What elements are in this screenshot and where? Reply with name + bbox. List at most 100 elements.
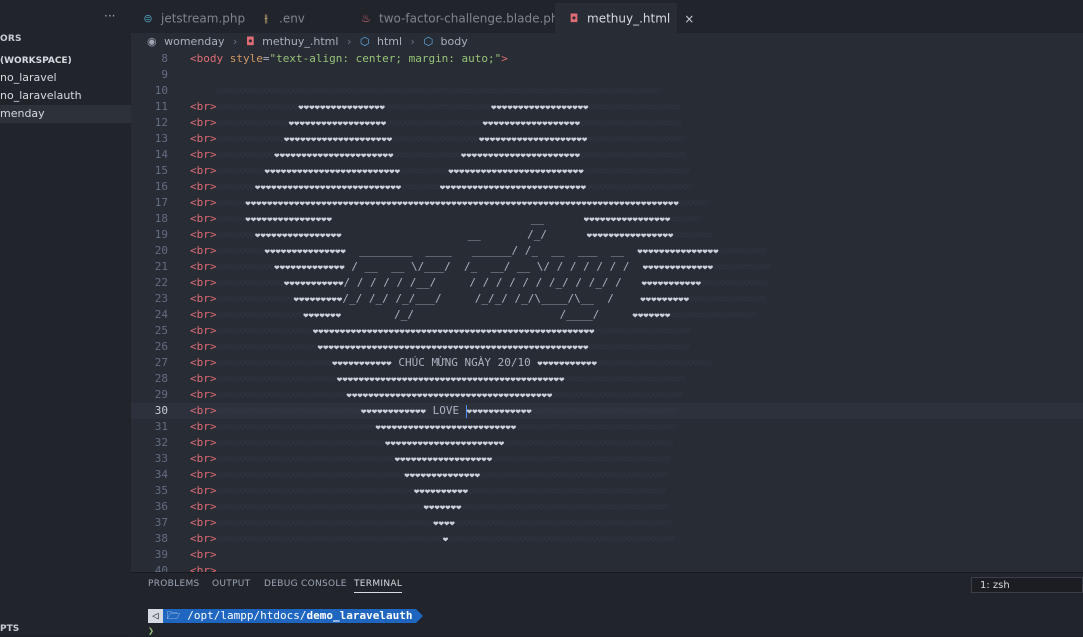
tab-terminal[interactable]: TERMINAL bbox=[354, 579, 403, 593]
code-line[interactable]: 39 <br> bbox=[131, 547, 1083, 563]
html5-icon: ◘ bbox=[569, 11, 579, 25]
breadcrumb-item[interactable]: womenday bbox=[164, 35, 224, 48]
heart-outline-run: ♡♡♡♡♡♡♡♡♡♡♡♡♡♡♡♡♡♡♡♡♡♡♡♡♡♡♡♡♡♡♡♡♡♡♡♡♡♡♡♡… bbox=[216, 535, 443, 544]
code-line[interactable]: 25 <br>♡♡♡♡♡♡♡♡♡♡♡♡♡♡♡♡♡♡♡♡❤❤❤❤❤❤❤❤❤❤❤❤❤❤… bbox=[131, 323, 1083, 339]
breadcrumb-item[interactable]: methuy_.html bbox=[262, 35, 338, 48]
line-content: <br>♡♡♡♡♡♡❤❤❤❤❤❤❤❤❤❤❤❤❤❤❤❤ __ ❤❤❤❤❤❤❤❤❤❤… bbox=[190, 211, 699, 228]
code-line[interactable]: 19 <br>♡♡♡♡♡♡♡♡❤❤❤❤❤❤❤❤❤❤❤❤❤❤❤❤ __ /_/ ❤❤… bbox=[131, 227, 1083, 243]
code-line[interactable]: 18 <br>♡♡♡♡♡♡❤❤❤❤❤❤❤❤❤❤❤❤❤❤❤❤ __ ❤❤❤❤❤❤❤❤… bbox=[131, 211, 1083, 227]
close-icon[interactable]: × bbox=[684, 4, 694, 34]
code-line[interactable]: 13 <br>♡♡♡♡♡♡♡♡♡♡♡♡♡♡❤❤❤❤❤❤❤❤❤❤❤❤❤❤❤❤❤❤❤❤… bbox=[131, 131, 1083, 147]
code-line[interactable]: 23 <br>♡♡♡♡♡♡♡♡♡♡♡♡♡♡♡♡❤❤❤❤❤❤❤❤❤/_/ /_/ /… bbox=[131, 291, 1083, 307]
code-line[interactable]: 37 <br>♡♡♡♡♡♡♡♡♡♡♡♡♡♡♡♡♡♡♡♡♡♡♡♡♡♡♡♡♡♡♡♡♡♡… bbox=[131, 515, 1083, 531]
line-number: 12 bbox=[154, 116, 168, 129]
line-content: <br> bbox=[190, 563, 217, 572]
code-line[interactable]: 32 <br>♡♡♡♡♡♡♡♡♡♡♡♡♡♡♡♡♡♡♡♡♡♡♡♡♡♡♡♡♡♡♡♡♡♡… bbox=[131, 435, 1083, 451]
line-number: 25 bbox=[154, 324, 168, 337]
ascii-art-line: /_/ /____/ bbox=[341, 308, 633, 321]
code-line[interactable]: 17 <br>♡♡♡♡♡♡❤❤❤❤❤❤❤❤❤❤❤❤❤❤❤❤❤❤❤❤❤❤❤❤❤❤❤❤… bbox=[131, 195, 1083, 211]
code-line[interactable]: 21 <br>♡♡♡♡♡♡♡♡♡♡♡♡❤❤❤❤❤❤❤❤❤❤❤❤❤ / __ __ … bbox=[131, 259, 1083, 275]
code-line[interactable]: 40 <br> bbox=[131, 563, 1083, 572]
code-line[interactable]: 9 bbox=[131, 67, 1083, 83]
heart-outline-run: ♡♡♡♡♡♡♡♡♡♡♡♡♡♡♡♡♡♡♡♡♡♡♡♡♡♡♡ bbox=[216, 391, 347, 400]
code-line[interactable]: 30 <br>♡♡♡♡♡♡♡♡♡♡♡♡♡♡♡♡♡♡♡♡♡♡♡♡♡♡♡♡♡♡❤❤❤❤… bbox=[131, 403, 1083, 419]
line-content: <br>♡♡♡♡♡♡♡♡♡♡♡♡♡♡♡♡♡♡♡♡❤❤❤❤❤❤❤❤❤❤❤❤❤❤❤❤… bbox=[190, 323, 691, 340]
heart-filled-run: ❤❤❤❤❤❤❤❤❤❤❤ bbox=[537, 359, 598, 369]
tab-methuy[interactable]: ◘ methuy_.html × bbox=[555, 3, 694, 33]
ascii-art-line: ________ ____ ______/ /_ __ ___ __ bbox=[345, 244, 638, 257]
element-icon: ⬡ bbox=[423, 35, 434, 48]
line-content: <br>♡♡♡♡♡♡♡♡♡♡♡♡❤❤❤❤❤❤❤❤❤❤❤❤❤❤❤❤❤❤❤❤❤❤♡♡… bbox=[190, 147, 686, 164]
html-tag: > bbox=[209, 148, 217, 161]
prompt-symbol[interactable]: ❯ bbox=[148, 626, 154, 637]
html-tag: > bbox=[209, 116, 217, 129]
code-line[interactable]: 36 <br>♡♡♡♡♡♡♡♡♡♡♡♡♡♡♡♡♡♡♡♡♡♡♡♡♡♡♡♡♡♡♡♡♡♡… bbox=[131, 499, 1083, 515]
settings-file-icon: ⫲ bbox=[264, 11, 268, 25]
line-content: <br>♡♡♡♡♡♡♡♡♡♡♡♡♡♡♡♡♡♡♡♡♡♡♡♡❤❤❤❤❤❤❤❤❤❤❤ … bbox=[190, 355, 713, 372]
code-editor[interactable]: 8 <body style="text-align: center; margin… bbox=[131, 51, 1083, 572]
sidebar-item-folder-active[interactable]: menday bbox=[0, 105, 131, 123]
sidebar-item-folder[interactable]: no_laravelauth bbox=[0, 87, 131, 105]
code-line[interactable]: 33 <br>♡♡♡♡♡♡♡♡♡♡♡♡♡♡♡♡♡♡♡♡♡♡♡♡♡♡♡♡♡♡♡♡♡♡… bbox=[131, 451, 1083, 467]
tab-debug-console[interactable]: DEBUG CONSOLE bbox=[264, 579, 347, 589]
line-number: 9 bbox=[161, 68, 168, 81]
html-tag: > bbox=[209, 100, 217, 113]
code-line[interactable]: 20 <br>♡♡♡♡♡♡♡♡♡♡❤❤❤❤❤❤❤❤❤❤❤❤❤❤❤ ________… bbox=[131, 243, 1083, 259]
html-tag: <br bbox=[190, 244, 210, 257]
code-line[interactable]: 15 <br>♡♡♡♡♡♡♡♡♡♡❤❤❤❤❤❤❤❤❤❤❤❤❤❤❤❤❤❤❤❤❤❤❤❤… bbox=[131, 163, 1083, 179]
heart-outline-run: ♡♡♡♡♡♡♡♡♡♡♡♡♡♡♡♡♡♡♡ bbox=[588, 103, 681, 112]
workspace-header[interactable]: (WORKSPACE) bbox=[0, 53, 131, 69]
code-line[interactable]: 24 <br>♡♡♡♡♡♡♡♡♡♡♡♡♡♡♡♡♡♡❤❤❤❤❤❤❤ /_/ /___… bbox=[131, 307, 1083, 323]
prompt-path: /opt/lampp/htdocs/demo_laravelauth bbox=[183, 609, 417, 623]
html-tag: <br bbox=[190, 420, 210, 433]
heart-outline-run: ♡♡♡♡♡♡♡♡♡♡♡♡♡♡♡♡♡♡♡♡♡♡♡♡♡ bbox=[564, 375, 685, 384]
code-line[interactable]: 38 <br>♡♡♡♡♡♡♡♡♡♡♡♡♡♡♡♡♡♡♡♡♡♡♡♡♡♡♡♡♡♡♡♡♡♡… bbox=[131, 531, 1083, 547]
code-line[interactable]: 16 <br>♡♡♡♡♡♡♡♡❤❤❤❤❤❤❤❤❤❤❤❤❤❤❤❤❤❤❤❤❤❤❤❤❤❤… bbox=[131, 179, 1083, 195]
heart-filled-run: ❤❤❤❤❤❤❤❤❤❤❤❤❤ bbox=[274, 263, 345, 273]
line-content: ♡♡♡♡♡♡♡♡♡♡♡♡♡♡♡♡♡♡♡♡♡♡♡♡♡♡♡♡♡♡♡♡♡♡♡♡♡♡♡♡… bbox=[190, 83, 660, 100]
html-tag: > bbox=[209, 244, 217, 257]
tab-env[interactable]: ⫲ .env bbox=[259, 3, 349, 33]
code-line[interactable]: 35 <br>♡♡♡♡♡♡♡♡♡♡♡♡♡♡♡♡♡♡♡♡♡♡♡♡♡♡♡♡♡♡♡♡♡♡… bbox=[131, 483, 1083, 499]
html-tag: > bbox=[209, 132, 217, 145]
heart-filled-run: ❤❤❤❤❤❤❤❤❤❤❤❤❤❤❤❤ bbox=[255, 231, 342, 241]
line-number: 29 bbox=[154, 388, 168, 401]
code-line[interactable]: 28 <br>♡♡♡♡♡♡♡♡♡♡♡♡♡♡♡♡♡♡♡♡♡♡♡♡♡❤❤❤❤❤❤❤❤❤… bbox=[131, 371, 1083, 387]
code-line[interactable]: 22 <br>♡♡♡♡♡♡♡♡♡♡♡♡♡♡❤❤❤❤❤❤❤❤❤❤❤/ / / / /… bbox=[131, 275, 1083, 291]
code-line[interactable]: 10 ♡♡♡♡♡♡♡♡♡♡♡♡♡♡♡♡♡♡♡♡♡♡♡♡♡♡♡♡♡♡♡♡♡♡♡♡♡… bbox=[131, 83, 1083, 99]
sidebar-item-folder[interactable]: no_laravel bbox=[0, 69, 131, 87]
code-line[interactable]: 34 <br>♡♡♡♡♡♡♡♡♡♡♡♡♡♡♡♡♡♡♡♡♡♡♡♡♡♡♡♡♡♡♡♡♡♡… bbox=[131, 467, 1083, 483]
breadcrumb-item[interactable]: body bbox=[441, 35, 468, 48]
code-line[interactable]: 27 <br>♡♡♡♡♡♡♡♡♡♡♡♡♡♡♡♡♡♡♡♡♡♡♡♡❤❤❤❤❤❤❤❤❤❤… bbox=[131, 355, 1083, 371]
line-number: 21 bbox=[154, 260, 168, 273]
more-actions-icon[interactable]: ··· bbox=[104, 9, 124, 23]
html-tag: > bbox=[209, 212, 217, 225]
ascii-art-line: / __ __ \/___/ /_ __/ __ \/ / / / / / / bbox=[344, 260, 643, 273]
folder-icon: ◉ bbox=[147, 35, 157, 48]
terminal-shell-select[interactable]: 1: zsh bbox=[971, 577, 1083, 593]
heart-filled-run: ❤❤❤❤❤❤❤❤❤❤❤❤❤❤❤❤❤❤❤❤❤❤ bbox=[460, 151, 581, 161]
line-content: <br>♡♡♡♡♡♡♡♡♡♡♡♡♡♡♡♡♡♡❤❤❤❤❤❤❤ /_/ /____/… bbox=[190, 307, 757, 324]
chevron-right-icon: › bbox=[346, 35, 352, 48]
code-line[interactable]: 8 <body style="text-align: center; margin… bbox=[131, 51, 1083, 67]
code-line[interactable]: 26 <br>♡♡♡♡♡♡♡♡♡♡♡♡♡♡♡♡♡♡♡♡♡❤❤❤❤❤❤❤❤❤❤❤❤❤… bbox=[131, 339, 1083, 355]
heart-outline-run: ♡♡♡♡♡♡♡♡♡♡♡♡♡♡♡♡♡♡♡♡♡ bbox=[580, 119, 682, 128]
outline-header[interactable]: PTS bbox=[0, 624, 19, 634]
heart-filled-run: ❤❤❤❤❤❤❤❤❤❤❤❤❤❤❤❤❤❤ bbox=[288, 119, 387, 129]
laravel-icon: ♨ bbox=[361, 11, 371, 25]
code-line[interactable]: 14 <br>♡♡♡♡♡♡♡♡♡♡♡♡❤❤❤❤❤❤❤❤❤❤❤❤❤❤❤❤❤❤❤❤❤❤… bbox=[131, 147, 1083, 163]
code-line[interactable]: 11 <br>♡♡♡♡♡♡♡♡♡♡♡♡♡♡♡♡♡❤❤❤❤❤❤❤❤❤❤❤❤❤❤❤❤♡… bbox=[131, 99, 1083, 115]
tab-two-factor-challenge[interactable]: ♨ two-factor-challenge.blade.php bbox=[359, 3, 566, 33]
line-number: 24 bbox=[154, 308, 168, 321]
code-line[interactable]: 29 <br>♡♡♡♡♡♡♡♡♡♡♡♡♡♡♡♡♡♡♡♡♡♡♡♡♡♡♡❤❤❤❤❤❤❤… bbox=[131, 387, 1083, 403]
tab-jetstream[interactable]: ⊜ jetstream.php bbox=[141, 3, 251, 33]
breadcrumb-item[interactable]: html bbox=[377, 35, 402, 48]
html-tag: > bbox=[209, 228, 217, 241]
tab-output[interactable]: OUTPUT bbox=[212, 579, 250, 589]
heart-outline-run: ♡♡♡♡♡♡♡♡♡♡♡♡♡♡♡♡♡♡♡♡♡♡ bbox=[580, 151, 687, 160]
line-number: 36 bbox=[154, 500, 168, 513]
tab-problems[interactable]: PROBLEMS bbox=[148, 579, 200, 589]
code-line[interactable]: 31 <br>♡♡♡♡♡♡♡♡♡♡♡♡♡♡♡♡♡♡♡♡♡♡♡♡♡♡♡♡♡♡♡♡♡❤… bbox=[131, 419, 1083, 435]
html-tag: > bbox=[209, 308, 217, 321]
code-line[interactable]: 12 <br>♡♡♡♡♡♡♡♡♡♡♡♡♡♡♡❤❤❤❤❤❤❤❤❤❤❤❤❤❤❤❤❤❤♡… bbox=[131, 115, 1083, 131]
